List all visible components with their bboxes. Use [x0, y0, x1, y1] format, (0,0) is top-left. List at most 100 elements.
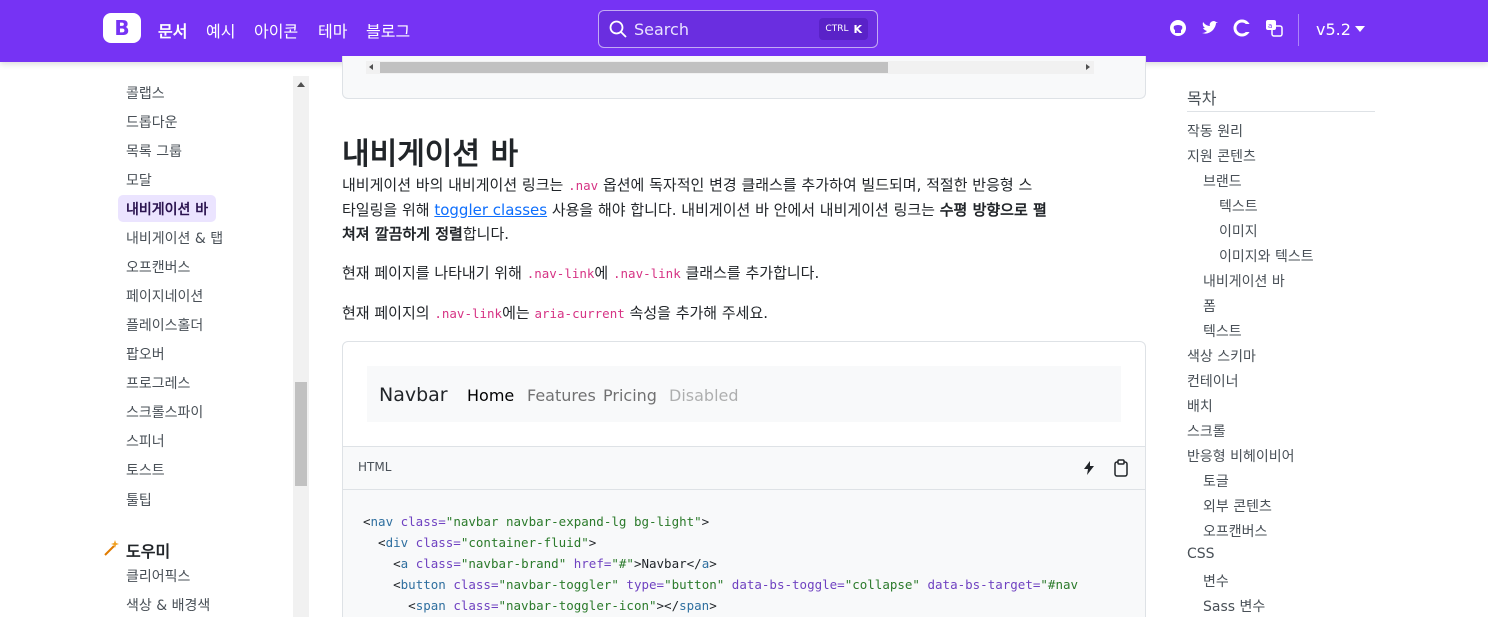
- sidebar-item[interactable]: 콜랩스: [126, 83, 165, 103]
- sidebar-item[interactable]: 팝오버: [126, 344, 165, 364]
- nav-link-icons[interactable]: 아이콘: [254, 18, 298, 42]
- code-token: >: [701, 514, 710, 529]
- code-token: "navbar-brand": [460, 556, 567, 571]
- nav-link-docs[interactable]: 문서: [158, 18, 187, 42]
- demo-link-disabled: Disabled: [669, 386, 739, 405]
- sidebar-item[interactable]: 스피너: [126, 431, 165, 451]
- text: 클래스를 추가합니다.: [680, 264, 820, 282]
- toc-item[interactable]: 반응형 비헤이비어: [1187, 446, 1295, 466]
- sidebar-item[interactable]: 플레이스홀더: [126, 315, 203, 335]
- version-dropdown[interactable]: v5.2: [1316, 20, 1351, 39]
- bold-text: 수평 방향으로 펼: [939, 201, 1047, 219]
- demo-navbar: Navbar Home Features Pricing Disabled: [367, 366, 1121, 422]
- code-token: <: [363, 577, 401, 592]
- kbd-key: K: [853, 22, 862, 36]
- toc-item[interactable]: 내비게이션 바: [1203, 271, 1285, 291]
- inline-code: .nav: [568, 178, 599, 193]
- code-token: div: [385, 535, 409, 550]
- toc-item[interactable]: 작동 원리: [1187, 121, 1243, 141]
- scroll-right-arrow[interactable]: [1086, 64, 1090, 70]
- demo-link-pricing[interactable]: Pricing: [603, 386, 657, 405]
- lightning-icon[interactable]: [1081, 460, 1097, 476]
- sidebar-item[interactable]: 프로그레스: [126, 373, 190, 393]
- toc-item[interactable]: 스크롤: [1187, 421, 1226, 441]
- text: 내비게이션 바의 내비게이션 링크는: [342, 176, 569, 194]
- code-token: type=: [618, 577, 665, 592]
- code-token: class=: [445, 598, 499, 613]
- toc-item[interactable]: 폼: [1203, 296, 1216, 316]
- sidebar-item[interactable]: 페이지네이션: [126, 286, 203, 306]
- toc-item[interactable]: 지원 콘텐츠: [1187, 146, 1256, 166]
- sidebar-scrollbar[interactable]: [293, 76, 309, 617]
- sidebar-item-color-bg[interactable]: 색상 & 배경색: [126, 595, 210, 615]
- horizontal-scrollbar[interactable]: [366, 61, 1094, 74]
- scroll-up-arrow[interactable]: [297, 82, 305, 87]
- translate-icon[interactable]: a: [1265, 19, 1283, 37]
- code-token: <: [363, 535, 386, 550]
- scroll-left-arrow[interactable]: [369, 64, 373, 70]
- code-token: "navbar-toggler": [498, 577, 619, 592]
- toc-item[interactable]: 변수: [1203, 571, 1229, 591]
- sidebar-item[interactable]: 툴팁: [126, 490, 152, 510]
- code-line: <span class="navbar-toggler-icon"></span…: [363, 598, 717, 613]
- toc-item[interactable]: 텍스트: [1219, 196, 1258, 216]
- inline-code: .nav-link: [434, 306, 503, 321]
- toggler-classes-link[interactable]: toggler classes: [434, 201, 547, 219]
- sidebar-item-clearfix[interactable]: 클리어픽스: [126, 566, 190, 586]
- sidebar-item[interactable]: 내비게이션 & 탭: [126, 228, 223, 248]
- sidebar-item-active[interactable]: 내비게이션 바: [118, 195, 217, 222]
- code-token: class=: [408, 556, 461, 571]
- nav-link-examples[interactable]: 예시: [206, 18, 235, 42]
- toc-item[interactable]: 외부 콘텐츠: [1203, 496, 1272, 516]
- toc-item[interactable]: 배치: [1187, 396, 1213, 416]
- sidebar-item[interactable]: 스크롤스파이: [126, 402, 203, 422]
- search-button[interactable]: Search CTRL K: [598, 10, 878, 48]
- hscroll-thumb[interactable]: [380, 62, 888, 73]
- opencollective-icon[interactable]: [1233, 19, 1251, 37]
- sidebar-item[interactable]: 모달: [126, 170, 152, 190]
- code-header: HTML: [342, 447, 1146, 490]
- search-icon: [609, 20, 627, 38]
- toc-item[interactable]: CSS: [1187, 546, 1215, 562]
- paragraph-aria: 현재 페이지의 .nav-link에는 aria-current 속성을 추가해…: [342, 301, 1142, 326]
- chevron-down-icon: [1355, 26, 1365, 32]
- kbd-ctrl: CTRL: [825, 24, 849, 34]
- toc-item[interactable]: 브랜드: [1203, 171, 1242, 191]
- nav-link-blog[interactable]: 블로그: [366, 18, 410, 42]
- search-shortcut-badge: CTRL K: [819, 18, 868, 40]
- toc-item[interactable]: 토글: [1203, 471, 1229, 491]
- bootstrap-logo[interactable]: B: [103, 13, 141, 43]
- demo-link-features[interactable]: Features: [527, 386, 596, 405]
- text: 에는: [502, 304, 535, 322]
- code-token: button: [400, 577, 446, 592]
- toc-item[interactable]: 컨테이너: [1187, 371, 1239, 391]
- toc-item[interactable]: Sass 변수: [1203, 596, 1265, 616]
- code-token: <: [363, 598, 416, 613]
- sidebar-item[interactable]: 목록 그룹: [126, 141, 182, 161]
- demo-link-home[interactable]: Home: [467, 386, 514, 405]
- navbar-divider: [1298, 14, 1299, 46]
- clipboard-icon[interactable]: [1113, 459, 1129, 477]
- sidebar-item[interactable]: 드롭다운: [126, 112, 178, 132]
- twitter-icon[interactable]: [1201, 19, 1219, 37]
- code-line: <a class="navbar-brand" href="#">Navbar<…: [363, 556, 717, 571]
- code-token: "#nav: [1040, 577, 1079, 592]
- toc-item[interactable]: 색상 스키마: [1187, 346, 1256, 366]
- code-token: "button": [664, 577, 725, 592]
- top-navbar: B 문서 예시 아이콘 테마 블로그 Search CTRL K a v5.2: [0, 0, 1488, 62]
- code-token: class=: [408, 535, 461, 550]
- code-line: <div class="container-fluid">: [363, 535, 596, 550]
- code-token: "navbar-toggler-icon": [498, 598, 657, 613]
- scrollbar-thumb[interactable]: [295, 382, 307, 486]
- demo-navbar-brand[interactable]: Navbar: [379, 384, 448, 406]
- github-icon[interactable]: [1169, 19, 1187, 37]
- toc-item[interactable]: 이미지와 텍스트: [1219, 246, 1314, 266]
- nav-link-themes[interactable]: 테마: [318, 18, 347, 42]
- toc-item[interactable]: 오프캔버스: [1203, 521, 1267, 541]
- toc-divider: [1187, 111, 1375, 112]
- toc-item[interactable]: 텍스트: [1203, 321, 1242, 341]
- sidebar-item[interactable]: 오프캔버스: [126, 257, 190, 277]
- sidebar-item[interactable]: 토스트: [126, 460, 165, 480]
- toc-item[interactable]: 이미지: [1219, 221, 1258, 241]
- toc-title: 목차: [1187, 89, 1217, 108]
